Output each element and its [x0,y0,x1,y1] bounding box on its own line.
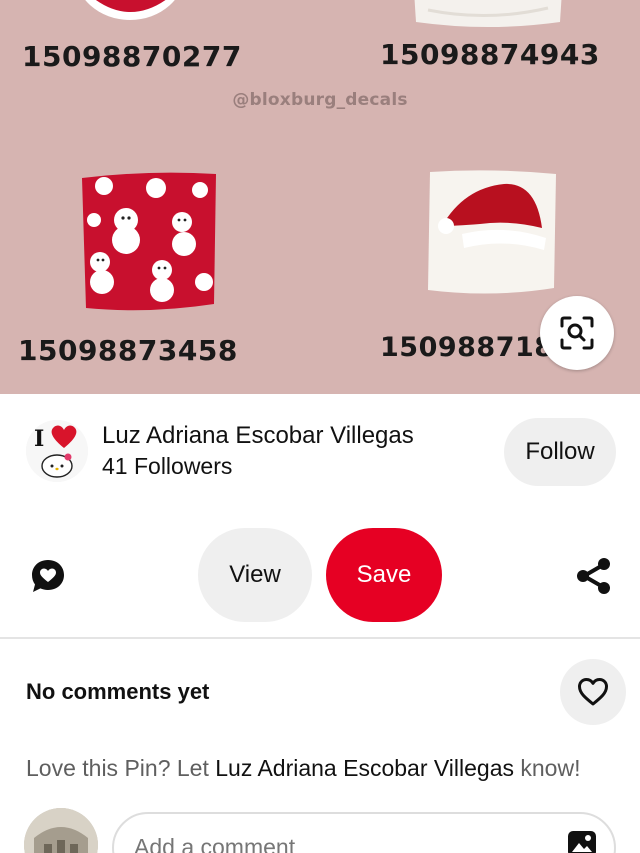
divider [0,637,640,639]
comment-prompt: Love this Pin? Let Luz Adriana Escobar V… [26,755,580,782]
image-icon[interactable] [566,828,598,853]
action-bar: View Save [0,520,640,632]
pillow-candy-image [85,0,175,20]
pillow-santa-hat-image [428,170,556,294]
user-avatar-image [24,808,98,853]
comments-heading: No comments yet [26,679,210,704]
comment-prompt-suffix: know! [514,755,581,781]
visual-search-icon [560,316,594,350]
creator-avatar[interactable]: I [26,420,88,482]
user-avatar[interactable] [24,808,98,853]
pillow-white-top-image [414,0,562,27]
follow-button[interactable]: Follow [504,418,616,486]
comment-prompt-prefix: Love this Pin? Let [26,755,216,781]
comment-input-box[interactable] [112,812,616,853]
creator-avatar-image: I [26,420,88,482]
svg-text:I: I [34,426,44,452]
like-button[interactable] [560,659,626,725]
comment-prompt-creator-name[interactable]: Luz Adriana Escobar Villegas [215,755,514,781]
visual-search-button[interactable] [540,296,614,370]
pillow-snowman-image [82,172,216,311]
follower-count: 41 Followers [102,453,233,479]
watermark: @bloxburg_decals [232,90,408,110]
view-button[interactable]: View [198,528,312,622]
decal-code: 15098874943 [380,38,600,71]
decal-code: 15098870277 [22,40,242,73]
comment-input[interactable] [134,832,534,853]
pin-image[interactable]: 15098870277 15098874943 @bloxburg_decals… [0,0,640,394]
save-button[interactable]: Save [326,528,442,622]
share-icon[interactable] [574,556,614,596]
heart-icon [578,678,608,706]
comment-bubble-icon[interactable] [28,556,68,596]
decal-code: 15098873458 [18,334,238,367]
creator-row: I Luz Adriana Escobar Villegas 41 Follow… [0,394,640,506]
creator-name[interactable]: Luz Adriana Escobar Villegas [102,422,414,450]
